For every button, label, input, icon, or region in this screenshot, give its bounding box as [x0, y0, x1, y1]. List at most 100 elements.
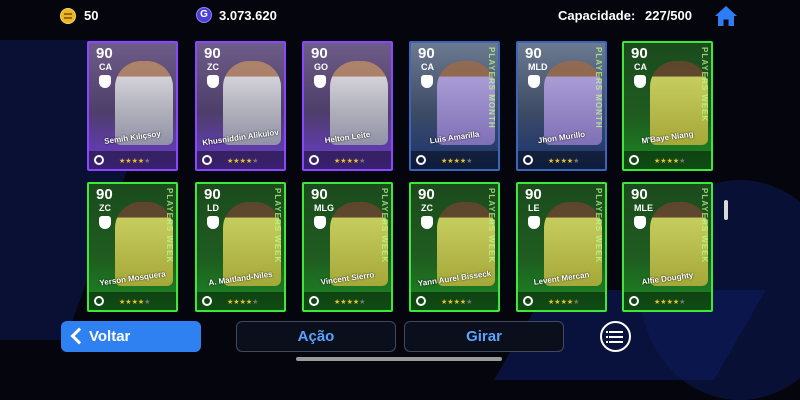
gp-balance: 3.073.620 — [219, 8, 277, 23]
star-rating: ★★★★★ — [119, 157, 150, 165]
action-button[interactable]: Ação — [236, 321, 396, 352]
player-position: CA — [421, 62, 434, 72]
home-indicator — [296, 357, 502, 361]
back-button-label: Voltar — [89, 328, 131, 345]
star-rating: ★★★★★ — [654, 298, 685, 306]
star-rating: ★★★★★ — [441, 298, 472, 306]
player-position: MLD — [528, 62, 548, 72]
club-crest-icon — [421, 75, 433, 88]
star-icon: ★ — [679, 158, 686, 165]
player-position: LD — [207, 203, 219, 213]
player-card[interactable]: PLAYERS WEEK 90 MLE Alfie Doughty ★★★★★ — [622, 182, 713, 312]
player-rating: 90 — [418, 186, 435, 203]
star-icon: ★ — [252, 158, 259, 165]
efootball-logo-icon — [629, 296, 639, 306]
efootball-logo-icon — [94, 155, 104, 165]
club-crest-icon — [314, 75, 326, 88]
capacity-label: Capacidade: — [558, 8, 636, 23]
efootball-logo-icon — [523, 155, 533, 165]
player-card[interactable]: PLAYERS WEEK 90 MLG Vincent Sierro ★★★★★ — [302, 182, 393, 312]
star-rating: ★★★★★ — [119, 298, 150, 306]
star-icon: ★ — [573, 299, 580, 306]
player-card[interactable]: PLAYERS WEEK 90 ZC Yann Aurel Bisseck ★★★★★ — [409, 182, 500, 312]
player-rating: 90 — [204, 186, 221, 203]
star-icon: ★ — [466, 158, 473, 165]
club-crest-icon — [634, 216, 646, 229]
star-icon: ★ — [466, 299, 473, 306]
club-crest-icon — [207, 75, 219, 88]
efootball-logo-icon — [416, 296, 426, 306]
top-bar: 50 G 3.073.620 Capacidade: 227/500 — [0, 0, 800, 30]
scrollbar[interactable] — [724, 200, 728, 220]
player-rating: 90 — [311, 45, 328, 62]
spin-button-label: Girar — [466, 328, 502, 345]
home-icon[interactable] — [714, 5, 738, 27]
star-icon: ★ — [359, 158, 366, 165]
player-position: ZC — [99, 203, 111, 213]
action-button-label: Ação — [297, 328, 335, 345]
club-crest-icon — [528, 216, 540, 229]
club-crest-icon — [207, 216, 219, 229]
gp-icon: G — [196, 7, 212, 23]
spin-button[interactable]: Girar — [404, 321, 564, 352]
player-position: GO — [314, 62, 329, 72]
player-rating: 90 — [631, 186, 648, 203]
player-rating: 90 — [525, 186, 542, 203]
coin-icon — [60, 8, 76, 24]
player-card[interactable]: PLAYERS WEEK 90 LD A. Maitland-Niles ★★★★★ — [195, 182, 286, 312]
player-card[interactable]: 90 ZC Khusniddin Alikulov ★★★★★ — [195, 41, 286, 171]
list-menu-icon[interactable] — [600, 321, 631, 352]
star-rating: ★★★★★ — [441, 157, 472, 165]
star-rating: ★★★★★ — [227, 298, 258, 306]
player-rating: 90 — [631, 45, 648, 62]
efootball-logo-icon — [94, 296, 104, 306]
star-icon: ★ — [144, 299, 151, 306]
star-rating: ★★★★★ — [548, 157, 579, 165]
back-button[interactable]: Voltar — [61, 321, 201, 352]
efootball-logo-icon — [309, 296, 319, 306]
player-card[interactable]: PLAYERS WEEK 90 LE Levent Mercan ★★★★★ — [516, 182, 607, 312]
coin-balance: 50 — [84, 8, 99, 23]
player-rating: 90 — [96, 186, 113, 203]
efootball-logo-icon — [202, 155, 212, 165]
chevron-left-icon — [70, 327, 88, 345]
player-rating: 90 — [525, 45, 542, 62]
star-rating: ★★★★★ — [548, 298, 579, 306]
star-rating: ★★★★★ — [654, 157, 685, 165]
player-rating: 90 — [204, 45, 221, 62]
efootball-logo-icon — [523, 296, 533, 306]
capacity-value: 227/500 — [645, 8, 692, 23]
star-icon: ★ — [252, 299, 259, 306]
player-card[interactable]: PLAYERS WEEK 90 ZC Yerson Mosquera ★★★★★ — [87, 182, 178, 312]
player-card[interactable]: PLAYERS WEEK 90 CA M'Baye Niang ★★★★★ — [622, 41, 713, 171]
club-crest-icon — [99, 75, 111, 88]
player-position: LE — [528, 203, 540, 213]
club-crest-icon — [528, 75, 540, 88]
club-crest-icon — [421, 216, 433, 229]
club-crest-icon — [634, 75, 646, 88]
efootball-logo-icon — [629, 155, 639, 165]
star-rating: ★★★★★ — [334, 157, 365, 165]
efootball-logo-icon — [416, 155, 426, 165]
player-rating: 90 — [418, 45, 435, 62]
star-icon: ★ — [144, 158, 151, 165]
star-rating: ★★★★★ — [227, 157, 258, 165]
player-card[interactable]: 90 CA Semih Kılıçsoy ★★★★★ — [87, 41, 178, 171]
club-crest-icon — [314, 216, 326, 229]
player-position: CA — [634, 62, 647, 72]
player-rating: 90 — [96, 45, 113, 62]
efootball-logo-icon — [202, 296, 212, 306]
star-icon: ★ — [359, 299, 366, 306]
player-position: MLG — [314, 203, 334, 213]
star-icon: ★ — [573, 158, 580, 165]
player-position: ZC — [207, 62, 219, 72]
player-position: CA — [99, 62, 112, 72]
player-card[interactable]: PLAYERS MONTH 90 CA Luis Amarilla ★★★★★ — [409, 41, 500, 171]
player-rating: 90 — [311, 186, 328, 203]
star-rating: ★★★★★ — [334, 298, 365, 306]
player-card[interactable]: PLAYERS MONTH 90 MLD Jhon Murillo ★★★★★ — [516, 41, 607, 171]
player-position: ZC — [421, 203, 433, 213]
player-card[interactable]: 90 GO Helton Leite ★★★★★ — [302, 41, 393, 171]
player-card-grid: 90 CA Semih Kılıçsoy ★★★★★ 90 ZC Khusniddin Al… — [87, 41, 727, 313]
player-position: MLE — [634, 203, 653, 213]
